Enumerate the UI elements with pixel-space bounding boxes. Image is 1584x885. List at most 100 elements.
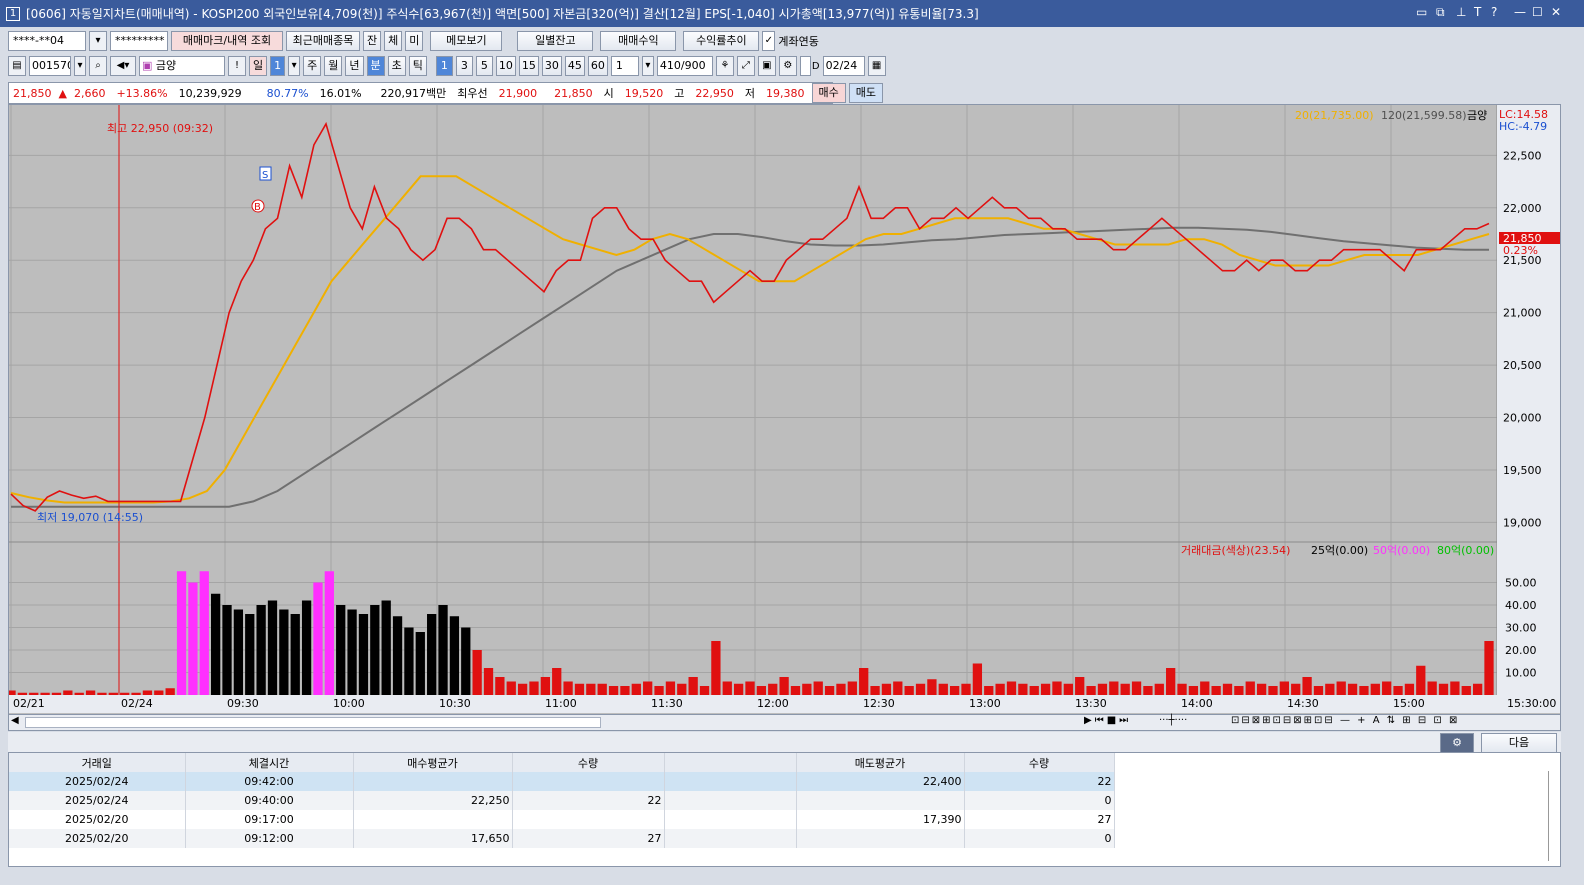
interval-10[interactable]: 10 bbox=[495, 56, 516, 76]
period-tick[interactable]: 틱 bbox=[408, 56, 427, 76]
period-year[interactable]: 년 bbox=[345, 56, 364, 76]
period-week[interactable]: 주 bbox=[303, 56, 322, 76]
volume-bar bbox=[63, 690, 73, 695]
column-header[interactable]: 거래일 bbox=[9, 753, 186, 772]
period-dropdown-icon[interactable]: ▾ bbox=[288, 56, 301, 76]
ma120-legend: 120(21,599.58) bbox=[1381, 109, 1467, 122]
draw-tools-icon[interactable]: ⊡⊟⊠⊞⊡⊟⊠⊞⊡⊟ — + A ⇅ ⊞ ⊟ ⊡ ⊠ bbox=[1231, 715, 1459, 726]
table-row[interactable]: 2025/02/20 09:12:00 17,650 27 0 bbox=[9, 829, 1115, 848]
period-second[interactable]: 초 bbox=[387, 56, 406, 76]
volume-bar bbox=[1131, 681, 1142, 695]
settings-icon[interactable]: ⚙ bbox=[778, 56, 797, 76]
calendar-icon[interactable]: ▦ bbox=[867, 56, 886, 76]
period-month[interactable]: 월 bbox=[324, 56, 343, 76]
interval-60[interactable]: 60 bbox=[587, 56, 608, 76]
recent-trades-button[interactable]: 최근매매종목 bbox=[286, 31, 360, 51]
daily-balance-button[interactable]: 일별잔고 bbox=[517, 31, 594, 51]
date-input[interactable]: 02/24 bbox=[822, 56, 865, 76]
range-input[interactable]: 410/900 bbox=[656, 56, 713, 76]
execution-button[interactable]: 체 bbox=[384, 31, 403, 51]
chart-area[interactable]: 02/21 02/24 09:30 10:00 10:30 11:00 11:30 12:00… bbox=[8, 104, 1561, 728]
column-header[interactable]: 매수평균가 bbox=[353, 753, 513, 772]
count-dropdown-icon[interactable]: ▾ bbox=[641, 56, 654, 76]
interval-1[interactable]: 1 bbox=[435, 56, 453, 76]
table-scrollbar[interactable] bbox=[1548, 771, 1554, 861]
table-cell: 09:17:00 bbox=[185, 810, 354, 829]
column-header[interactable]: 매도평균가 bbox=[796, 753, 965, 772]
x-tick-label: 14:30 bbox=[1287, 697, 1319, 710]
x-tick-label: 13:00 bbox=[969, 697, 1001, 710]
save-icon[interactable]: ▣ bbox=[757, 56, 776, 76]
volume-bar bbox=[847, 681, 857, 695]
period-minute[interactable]: 분 bbox=[366, 56, 385, 76]
high-marker-label: 최고 22,950 (09:32) bbox=[107, 122, 213, 135]
ask-price: 21,900 bbox=[498, 86, 538, 100]
scroll-thumb[interactable] bbox=[25, 717, 601, 728]
interval-5[interactable]: 5 bbox=[475, 56, 493, 76]
table-row[interactable]: 2025/02/24 09:40:00 22,250 22 0 bbox=[9, 791, 1115, 810]
volume-bar bbox=[927, 679, 937, 695]
help-icon[interactable]: ? bbox=[1491, 5, 1497, 19]
minimize-icon[interactable]: — bbox=[1514, 5, 1526, 19]
column-header[interactable]: 체결시간 bbox=[185, 753, 354, 772]
column-header[interactable]: 수량 bbox=[512, 753, 665, 772]
next-button[interactable]: 다음 bbox=[1481, 733, 1557, 753]
return-trend-button[interactable]: 수익률추이 bbox=[683, 31, 760, 51]
table-row[interactable]: 2025/02/24 09:42:00 22,400 22 bbox=[9, 772, 1115, 791]
price-chart-svg[interactable]: 02/21 02/24 09:30 10:00 10:30 11:00 11:30 12:00… bbox=[9, 105, 1560, 713]
sell-button[interactable]: 매도 bbox=[848, 83, 884, 103]
trade-profit-button[interactable]: 매매수익 bbox=[600, 31, 677, 51]
interval-30[interactable]: 30 bbox=[541, 56, 562, 76]
font-icon[interactable]: T bbox=[1474, 5, 1481, 19]
unfilled-button[interactable]: 미 bbox=[405, 31, 424, 51]
account-input[interactable]: ****-**04 bbox=[8, 31, 86, 51]
memo-button[interactable]: 메모보기 bbox=[430, 31, 503, 51]
code-input[interactable]: 001570 bbox=[29, 56, 71, 76]
account-dropdown-icon[interactable]: ▾ bbox=[89, 31, 107, 51]
volume-bar bbox=[29, 692, 39, 695]
scroll-left-icon[interactable]: ◀ bbox=[11, 715, 19, 726]
volume-bar bbox=[1109, 681, 1119, 695]
maximize-icon[interactable]: ☐ bbox=[1532, 5, 1543, 19]
symbol-list-icon[interactable]: ▤ bbox=[8, 56, 26, 76]
indicator-icon[interactable]: ⚘ bbox=[715, 56, 734, 76]
volume-bar bbox=[688, 677, 698, 695]
x-tick-label: 13:30 bbox=[1075, 697, 1107, 710]
period-count[interactable]: 1 bbox=[270, 56, 286, 76]
volume-bar bbox=[211, 593, 221, 695]
symbol-name: 금양 bbox=[155, 59, 177, 72]
volume-bar bbox=[1484, 641, 1494, 695]
trade-mark-query-button[interactable]: 매매마크/내역 조회 bbox=[171, 31, 283, 51]
column-header[interactable]: 수량 bbox=[964, 753, 1115, 772]
count-input[interactable]: 1 bbox=[610, 56, 639, 76]
speaker-icon[interactable]: ◀▾ bbox=[110, 56, 136, 76]
interval-15[interactable]: 15 bbox=[518, 56, 539, 76]
code-dropdown-icon[interactable]: ▾ bbox=[74, 56, 86, 76]
period-day[interactable]: 일 bbox=[249, 56, 268, 76]
zoom-slider-icon[interactable]: ···┼···· bbox=[1159, 715, 1187, 726]
pin-icon[interactable]: ⊥ bbox=[1456, 5, 1466, 19]
up-arrow-icon: ▲ bbox=[58, 86, 67, 100]
table-settings-icon[interactable]: ⚙ bbox=[1440, 733, 1474, 753]
column-header[interactable] bbox=[664, 753, 797, 772]
search-icon[interactable]: ⌕ bbox=[89, 56, 107, 76]
date-checkbox[interactable] bbox=[799, 56, 811, 76]
buy-button[interactable]: 매수 bbox=[811, 83, 846, 103]
tool-icon[interactable]: ⤢ bbox=[736, 56, 755, 76]
interval-45[interactable]: 45 bbox=[564, 56, 585, 76]
alert-button[interactable]: ! bbox=[228, 56, 246, 76]
volume-bar bbox=[972, 663, 983, 695]
interval-3[interactable]: 3 bbox=[455, 56, 473, 76]
table-row[interactable]: 2025/02/20 09:17:00 17,390 27 bbox=[9, 810, 1115, 829]
link-checkbox[interactable]: ✓ bbox=[762, 31, 776, 51]
password-input[interactable]: ********* bbox=[110, 31, 168, 51]
balance-button[interactable]: 잔 bbox=[363, 31, 382, 51]
volume-bar bbox=[483, 668, 494, 695]
playback-controls-icon[interactable]: ▶⏮■⏭ bbox=[1084, 715, 1131, 726]
restore-icon[interactable]: ▭ bbox=[1416, 5, 1427, 19]
close-icon[interactable]: ✕ bbox=[1551, 5, 1561, 19]
chart-scroll-bar[interactable]: ◀ ▶⏮■⏭ ···┼···· ⊡⊟⊠⊞⊡⊟⊠⊞⊡⊟ — + A ⇅ ⊞ ⊟ ⊡… bbox=[8, 714, 1561, 731]
copy-icon[interactable]: ⧉ bbox=[1436, 5, 1445, 20]
volume-bar bbox=[779, 677, 789, 695]
name-input[interactable]: ▣ 금양 bbox=[139, 56, 225, 76]
